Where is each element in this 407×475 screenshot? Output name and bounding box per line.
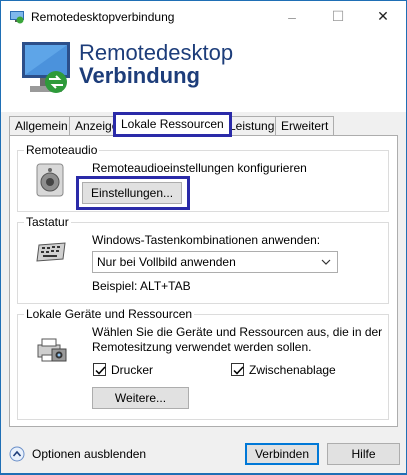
local-devices-description-line2: Remotesitzung verwendet werden sollen. <box>92 340 312 354</box>
devices-icon <box>37 338 67 362</box>
tab-lokale-ressourcen[interactable]: Lokale Ressourcen <box>113 112 232 137</box>
close-button[interactable]: ✕ <box>360 1 406 32</box>
speaker-icon <box>36 163 64 197</box>
bottom-bar: Optionen ausblenden Verbinden Hilfe <box>1 433 406 475</box>
close-icon: ✕ <box>377 8 389 24</box>
audio-settings-button[interactable]: Einstellungen... <box>82 182 182 204</box>
group-remoteaudio: Remoteaudio Remoteaudioeinstellungen kon… <box>17 143 389 212</box>
keyboard-combinations-label: Windows-Tastenkombinationen anwenden: <box>92 233 321 247</box>
tab-allgemein[interactable]: Allgemein <box>9 116 74 136</box>
remote-desktop-app-icon <box>10 11 24 24</box>
checkmark-icon <box>95 366 106 375</box>
audio-settings-label: Einstellungen... <box>90 186 174 200</box>
header-banner: Remotedesktop Verbindung <box>1 32 406 112</box>
group-legend-remoteaudio: Remoteaudio <box>24 143 100 157</box>
checkmark-icon <box>233 366 244 375</box>
local-devices-description-line1: Wählen Sie die Geräte und Ressourcen aus… <box>92 325 383 339</box>
tab-panel-lokale-ressourcen: Remoteaudio Remoteaudioeinstellungen kon… <box>9 135 398 427</box>
group-legend-tastatur: Tastatur <box>24 215 71 229</box>
clipboard-checkbox[interactable] <box>231 363 244 376</box>
printer-label[interactable]: Drucker <box>111 363 153 377</box>
connect-button[interactable]: Verbinden <box>245 443 319 465</box>
chevron-down-icon <box>321 259 331 265</box>
maximize-icon: ☐ <box>331 8 345 24</box>
keyboard-combinations-select[interactable]: Nur bei Vollbild anwenden <box>92 251 338 273</box>
keyboard-example: Beispiel: ALT+TAB <box>92 279 191 293</box>
banner-title-line2: Verbindung <box>79 63 200 88</box>
printer-checkbox[interactable] <box>93 363 106 376</box>
maximize-button[interactable]: ☐ <box>315 1 361 32</box>
chevron-up-circle-icon[interactable] <box>9 446 25 462</box>
rdp-window: Remotedesktopverbindung – ☐ ✕ Remotedesk… <box>0 0 407 474</box>
remote-desktop-logo-icon <box>22 42 70 93</box>
minimize-button[interactable]: – <box>269 1 315 32</box>
tab-erweitert[interactable]: Erweitert <box>275 116 335 136</box>
window-title: Remotedesktopverbindung <box>31 10 175 24</box>
help-button[interactable]: Hilfe <box>327 443 400 465</box>
more-devices-label: Weitere... <box>114 391 167 405</box>
title-bar: Remotedesktopverbindung – ☐ ✕ <box>1 1 406 32</box>
keyboard-combinations-value: Nur bei Vollbild anwenden <box>97 255 236 269</box>
more-devices-button[interactable]: Weitere... <box>92 387 189 409</box>
keyboard-icon <box>36 242 66 262</box>
group-lokale-geraete: Lokale Geräte und Ressourcen Wählen Sie … <box>17 307 389 420</box>
group-legend-lokale-geraete: Lokale Geräte und Ressourcen <box>24 307 195 321</box>
minimize-icon: – <box>288 8 296 25</box>
group-tastatur: Tastatur Windows-Tastenkombinationen anw… <box>17 215 389 304</box>
connect-label: Verbinden <box>254 447 310 461</box>
clipboard-label[interactable]: Zwischenablage <box>249 363 336 377</box>
help-label: Hilfe <box>351 447 376 461</box>
remoteaudio-description: Remoteaudioeinstellungen konfigurieren <box>92 161 307 175</box>
options-toggle-link[interactable]: Optionen ausblenden <box>32 447 146 461</box>
